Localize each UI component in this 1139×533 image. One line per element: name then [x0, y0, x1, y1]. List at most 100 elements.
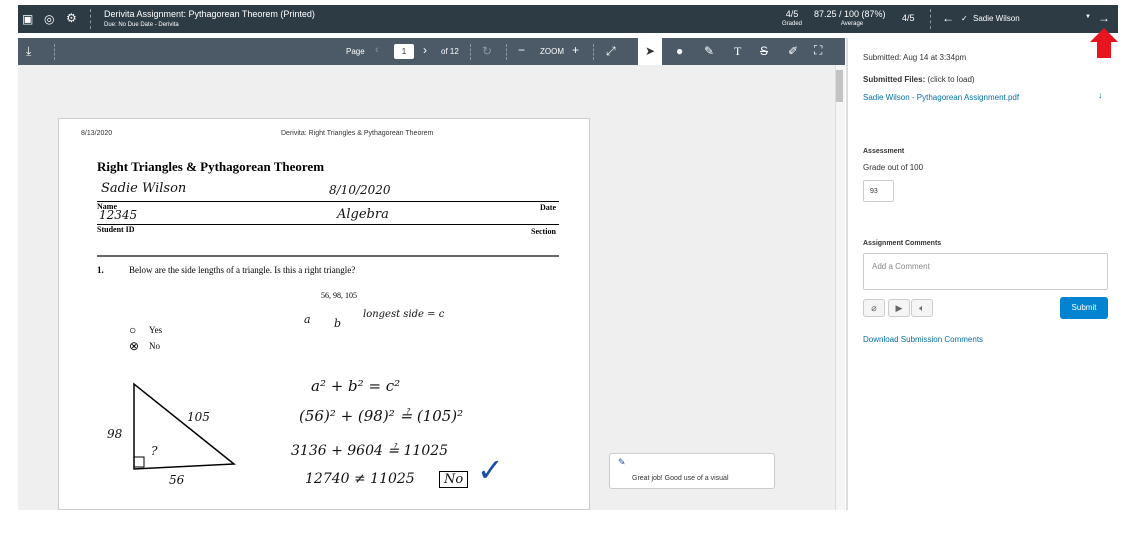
handwritten-answer: No — [439, 471, 469, 488]
handwritten-b: b — [334, 317, 342, 330]
rule — [97, 201, 339, 202]
prev-page-icon[interactable]: ‹ — [375, 44, 379, 56]
print-date: 8/13/2020 — [81, 130, 113, 137]
submitted-file-link[interactable]: Sadie Wilson - Pythagorean Assignment.pd… — [863, 93, 1019, 102]
handwritten-side-105: 105 — [187, 410, 210, 424]
handwritten-a: a — [304, 313, 311, 326]
side-lengths: 56, 98, 105 — [321, 291, 357, 300]
divider — [90, 9, 91, 29]
average-label: Average — [840, 21, 864, 27]
rotate-icon[interactable]: ↻ — [482, 44, 492, 58]
document-toolbar: ⤓ Page ‹ 1 › of 12 ↻ − ZOOM + ⤢ ➤ ● ✎ T … — [18, 38, 845, 65]
page-label: Page — [346, 47, 365, 56]
point-annotation-icon[interactable]: ● — [676, 44, 683, 58]
handwritten-eq3: 3136 + 9604 ≟ 11025 — [291, 443, 449, 459]
pointer-tool-button[interactable]: ➤ — [638, 38, 662, 65]
question-text: Below are the side lengths of a triangle… — [129, 265, 356, 275]
student-selector[interactable]: Sadie Wilson — [973, 14, 1020, 23]
grading-sidebar: Submitted: Aug 14 at 3:34pm Submitted Fi… — [848, 38, 1128, 510]
handwritten-section: Algebra — [337, 207, 389, 222]
zoom-label: ZOOM — [540, 47, 564, 56]
section-divider — [97, 255, 559, 257]
option-yes: Yes — [149, 325, 163, 335]
attach-file-button[interactable]: ⌀ — [863, 299, 885, 317]
check-icon: ✓ — [961, 14, 968, 23]
option-no: No — [149, 341, 160, 351]
handwritten-side-56: 56 — [169, 473, 185, 487]
area-icon[interactable]: ⛶ — [814, 43, 822, 58]
comments-label: Assignment Comments — [863, 240, 942, 247]
divider — [506, 44, 507, 60]
divider — [930, 9, 931, 29]
dropdown-caret-icon[interactable]: ▼ — [1085, 14, 1091, 20]
running-title: Derivita: Right Triangles & Pythagorean … — [281, 130, 434, 137]
fullscreen-icon[interactable]: ⤢ — [606, 44, 616, 59]
next-page-icon[interactable]: › — [423, 43, 427, 57]
radio-no-crossed-icon: ⊗ — [129, 339, 140, 353]
text-tool-icon[interactable]: T — [734, 44, 741, 59]
rule — [329, 201, 559, 202]
zoom-in-icon[interactable]: + — [572, 43, 579, 57]
handwritten-name: Sadie Wilson — [101, 181, 187, 196]
handwritten-eq4: 12740 ≠ 11025 — [305, 471, 415, 487]
video-icon: ▶ — [895, 302, 903, 313]
assignment-title[interactable]: Derivita Assignment: Pythagorean Theorem… — [104, 9, 315, 19]
comment-textarea[interactable]: Add a Comment — [863, 253, 1108, 290]
scrollbar[interactable] — [835, 65, 845, 510]
top-bar: ▣ ◎ ⚙ Derivita Assignment: Pythagorean T… — [18, 5, 1118, 33]
gear-icon[interactable]: ⚙ — [66, 11, 77, 25]
handwritten-eq1: a² + b² = c² — [311, 377, 401, 395]
eye-icon[interactable]: ◎ — [44, 12, 54, 26]
submit-button[interactable]: Submit — [1060, 297, 1108, 319]
paperclip-icon: ⌀ — [871, 302, 877, 313]
submitted-date: Submitted: Aug 14 at 3:34pm — [863, 53, 967, 62]
due-date: Due: No Due Date - Derivita — [104, 22, 179, 28]
next-student-arrow-icon[interactable]: → — [1098, 11, 1110, 25]
annotation-comment-popup[interactable]: ✎ Great job! Good use of a visual — [609, 453, 775, 489]
rule — [329, 224, 559, 225]
divider — [593, 44, 594, 60]
handwritten-student-id: 12345 — [99, 208, 138, 222]
previous-student-arrow-icon[interactable]: ← — [942, 11, 954, 25]
document-title: Right Triangles & Pythagorean Theorem — [97, 159, 325, 174]
checkmark-icon: ✓ — [477, 452, 504, 488]
annotation-comment-text: Great job! Good use of a visual — [632, 475, 729, 482]
submitted-files-label: Submitted Files: — [863, 75, 926, 84]
grade-input[interactable]: 93 — [863, 180, 894, 202]
divider — [54, 44, 55, 60]
download-comments-link[interactable]: Download Submission Comments — [863, 335, 983, 344]
speaker-icon: 🔈︎ — [919, 302, 925, 313]
divider — [470, 44, 471, 60]
document-page: 8/13/2020 Derivita: Right Triangles & Py… — [58, 118, 590, 510]
page-total: of 12 — [441, 47, 459, 56]
scrollbar-thumb[interactable] — [836, 70, 843, 102]
audio-comment-button[interactable]: 🔈︎ — [911, 299, 933, 317]
graded-label: Graded — [781, 21, 802, 27]
click-to-load-hint: (click to load) — [927, 75, 975, 84]
highlight-icon[interactable]: ✎ — [704, 44, 714, 58]
file-download-icon[interactable]: ↓ — [1098, 90, 1103, 100]
handwritten-date: 8/10/2020 — [329, 183, 391, 197]
date-label: Date — [540, 203, 556, 212]
handwritten-eq2: (56)² + (98)² ≟ (105)² — [299, 407, 464, 425]
student-position: 4/5 — [902, 13, 915, 23]
question-number: 1. — [97, 265, 104, 275]
strikeout-icon[interactable]: S — [760, 44, 768, 58]
pen-icon: ✎ — [618, 457, 626, 467]
cursor-icon: ➤ — [645, 44, 656, 58]
zoom-out-icon[interactable]: − — [518, 43, 525, 57]
page-number-input[interactable]: 1 — [394, 44, 414, 59]
freedraw-icon[interactable]: ✐ — [788, 44, 798, 58]
graded-count: 4/5 — [785, 9, 799, 19]
handwritten-longest-side: longest side = c — [363, 309, 445, 320]
assessment-label: Assessment — [863, 148, 905, 155]
section-label: Section — [531, 227, 556, 236]
average-value: 87.25 / 100 (87%) — [814, 9, 886, 19]
grade-out-of-label: Grade out of 100 — [863, 163, 924, 172]
media-comment-button[interactable]: ▶ — [888, 299, 910, 317]
radio-yes-icon: ○ — [129, 323, 137, 337]
handwritten-side-98: 98 — [107, 427, 123, 441]
speedgrader-icon[interactable]: ▣ — [22, 12, 33, 26]
download-icon[interactable]: ⤓ — [26, 44, 31, 59]
handwritten-unknown: ? — [151, 444, 158, 458]
